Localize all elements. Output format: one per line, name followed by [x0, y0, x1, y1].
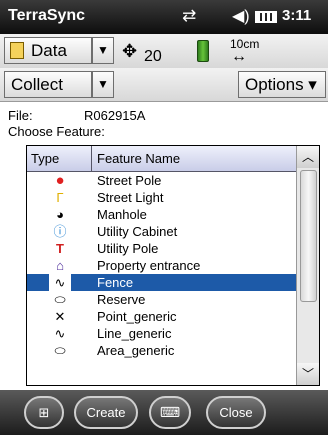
- feature-name: Fence: [97, 275, 134, 290]
- scroll-up-button[interactable]: ︿: [297, 146, 319, 168]
- list-item[interactable]: ✕ Point_generic: [27, 308, 298, 325]
- list-item[interactable]: T Utility Pole: [27, 240, 298, 257]
- line-feature-icon: ∿: [49, 274, 71, 291]
- feature-name: Manhole: [97, 207, 147, 222]
- feature-name: Utility Cabinet: [97, 224, 178, 239]
- feature-name: Property entrance: [97, 258, 201, 273]
- feature-name: Point_generic: [97, 309, 177, 324]
- section-toolbar: Collect ▼ Options ▾: [0, 68, 328, 102]
- property-entrance-icon: ⌂: [56, 258, 64, 273]
- sync-arrows-icon: ⇄: [182, 6, 197, 25]
- feature-name: Street Light: [97, 190, 164, 205]
- list-item[interactable]: ⬭ Area_generic: [27, 342, 298, 359]
- street-light-icon: Γ: [56, 190, 64, 205]
- options-label: Options ▾: [245, 75, 317, 94]
- speaker-icon[interactable]: ◀): [232, 6, 250, 26]
- file-name: R062915A: [84, 108, 146, 123]
- manhole-icon: ◕: [56, 207, 64, 222]
- chevron-down-icon: ▼: [97, 77, 109, 91]
- list-scrollbar[interactable]: ︿ ﹀: [296, 146, 319, 385]
- create-button[interactable]: Create: [74, 396, 138, 429]
- keyboard-icon: ⌨: [159, 404, 181, 420]
- column-divider: [91, 146, 92, 171]
- list-item[interactable]: ⓘ Utility Cabinet: [27, 223, 298, 240]
- chevron-up-icon: ︿: [301, 150, 314, 164]
- bottom-bar: ⊞ Create ⌨ Close: [0, 390, 328, 435]
- area-feature-icon: ⬭: [54, 292, 66, 307]
- type-column-header[interactable]: Type: [31, 151, 59, 166]
- options-button[interactable]: Options ▾: [238, 71, 326, 98]
- list-item[interactable]: ⌂ Property entrance: [27, 257, 298, 274]
- list-header: Type Feature Name: [27, 146, 298, 172]
- scroll-down-button[interactable]: ﹀: [297, 363, 319, 385]
- accuracy-arrow-icon: ↔: [231, 48, 247, 65]
- scroll-thumb[interactable]: [300, 170, 317, 302]
- collect-dropdown-button[interactable]: ▼: [92, 71, 114, 98]
- battery-icon: [255, 11, 277, 23]
- document-icon: [10, 42, 24, 59]
- chevron-down-icon: ▼: [97, 43, 109, 57]
- file-label: File:: [8, 108, 33, 123]
- data-button[interactable]: Data: [4, 37, 92, 64]
- area-feature-icon: ⬭: [54, 343, 66, 358]
- feature-name: Reserve: [97, 292, 146, 307]
- create-button-label: Create: [86, 405, 126, 420]
- list-item[interactable]: Γ Street Light: [27, 189, 298, 206]
- street-pole-icon: ●: [55, 172, 65, 189]
- data-button-label: Data: [31, 41, 67, 60]
- choose-feature-label: Choose Feature:: [8, 124, 105, 139]
- feature-name: Street Pole: [97, 173, 162, 188]
- satellite-count: 20: [144, 48, 162, 65]
- feature-list[interactable]: Type Feature Name ● Street Pole Γ Street…: [26, 145, 320, 386]
- list-item[interactable]: ◕ Manhole: [27, 206, 298, 223]
- line-feature-icon: ∿: [54, 326, 66, 341]
- title-bar: TerraSync ⇄ ◀) 3:11: [0, 0, 328, 34]
- feature-name: Area_generic: [97, 343, 175, 358]
- list-item[interactable]: ∿ Line_generic: [27, 325, 298, 342]
- status-toolbar: Data ▼: [0, 34, 328, 69]
- close-button-label: Close: [219, 405, 253, 420]
- point-feature-icon: ✕: [54, 309, 66, 324]
- close-button[interactable]: Close: [206, 396, 266, 429]
- keyboard-button[interactable]: ⌨: [149, 396, 191, 429]
- satellite-icon[interactable]: ✥: [122, 41, 137, 62]
- feature-name-column-header[interactable]: Feature Name: [97, 151, 180, 166]
- clock: 3:11: [282, 7, 312, 24]
- feature-name: Utility Pole: [97, 241, 159, 256]
- gps-battery-icon[interactable]: [197, 40, 209, 62]
- collect-section-button[interactable]: Collect: [4, 71, 92, 98]
- start-button[interactable]: ⊞: [24, 396, 64, 429]
- utility-cabinet-icon: ⓘ: [53, 224, 67, 239]
- list-item[interactable]: ⬭ Reserve: [27, 291, 298, 308]
- list-item[interactable]: ● Street Pole: [27, 172, 298, 189]
- utility-pole-icon: T: [56, 241, 64, 256]
- collect-label: Collect: [11, 75, 63, 94]
- feature-name: Line_generic: [97, 326, 172, 341]
- data-dropdown-button[interactable]: ▼: [92, 37, 114, 64]
- list-item-selected[interactable]: ∿ Fence: [27, 274, 298, 291]
- chevron-down-icon: ﹀: [301, 367, 314, 381]
- app-title: TerraSync: [8, 7, 86, 24]
- windows-logo-icon: ⊞: [38, 405, 50, 420]
